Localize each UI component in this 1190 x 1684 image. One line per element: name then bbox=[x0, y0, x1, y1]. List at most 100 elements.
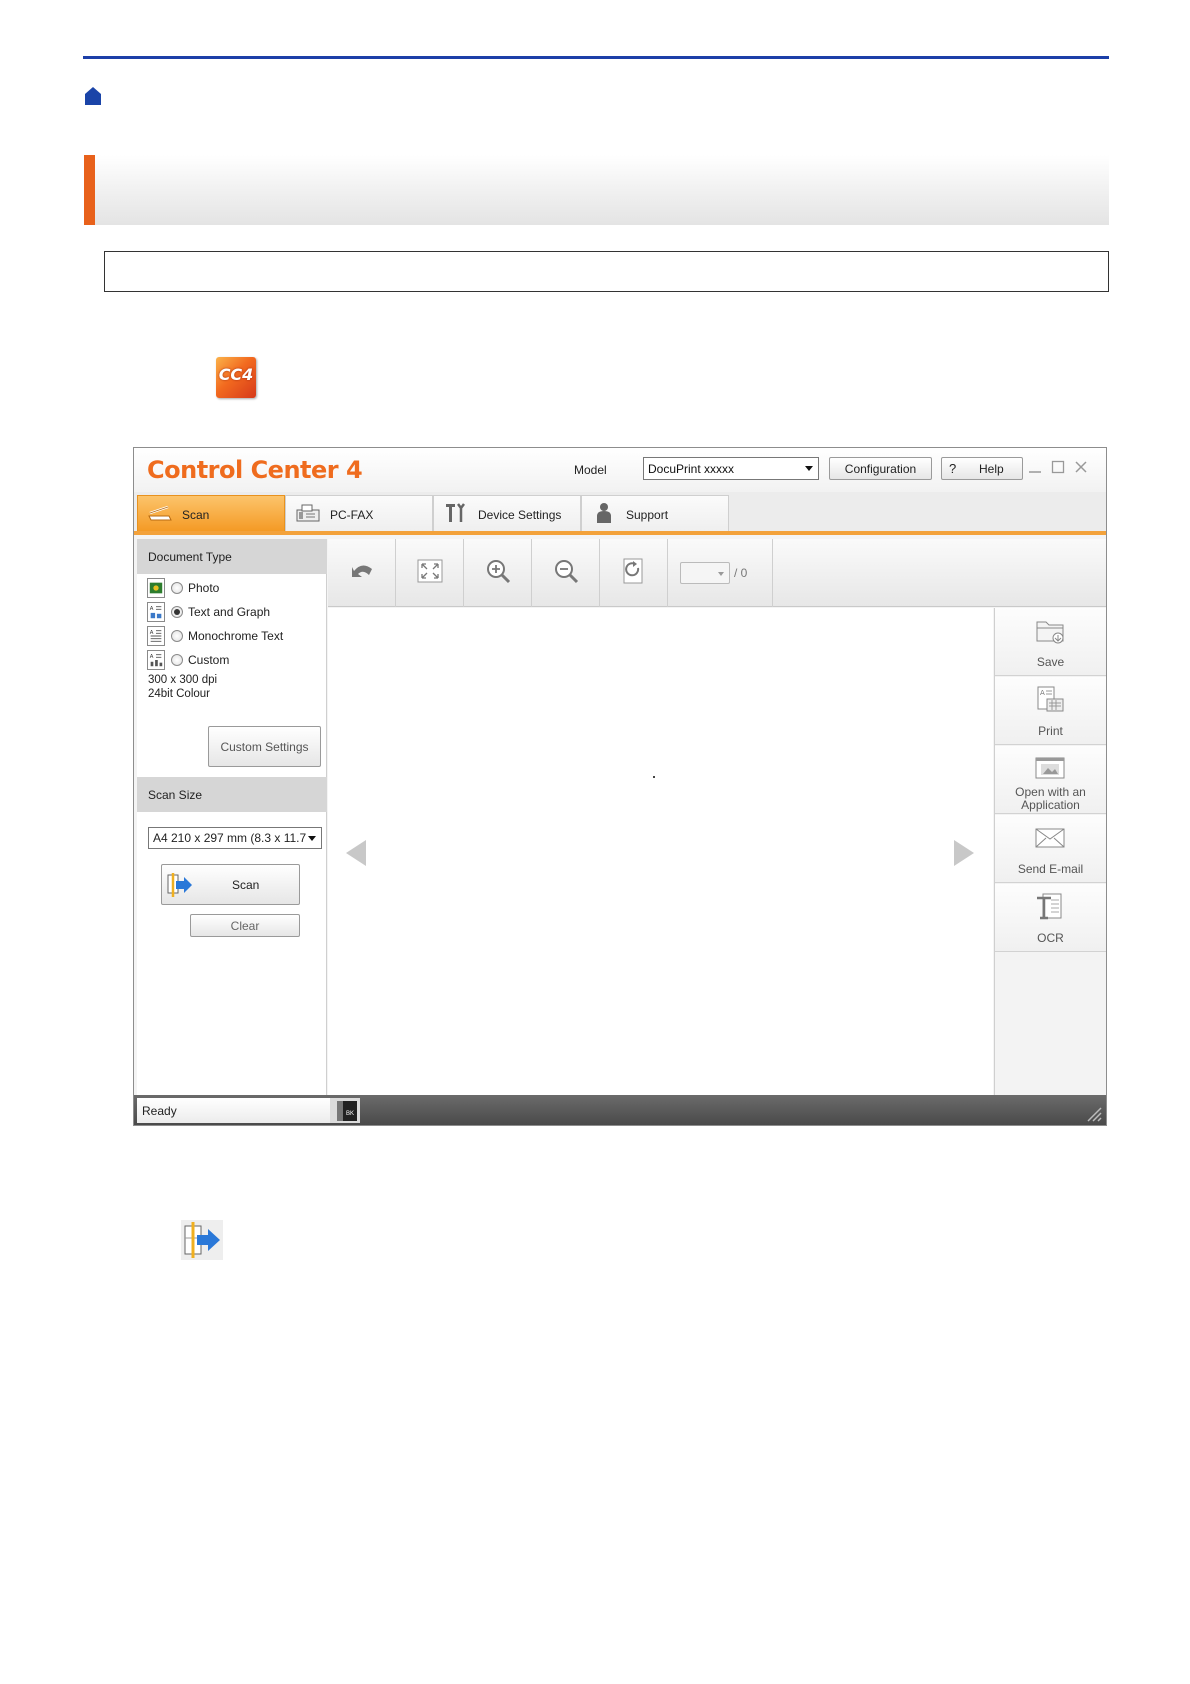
control-center-window: Control Center 4 Model DocuPrint xxxxx C… bbox=[133, 447, 1107, 1126]
cc4-icon-text: CC4 bbox=[218, 365, 254, 384]
preview-area[interactable] bbox=[328, 608, 993, 1095]
save-action[interactable]: Save bbox=[995, 608, 1106, 676]
document-type-heading: Document Type bbox=[137, 539, 327, 574]
ocr-icon bbox=[1037, 893, 1062, 920]
help-button-label: Help bbox=[979, 462, 1004, 476]
scan-size-heading: Scan Size bbox=[137, 777, 327, 812]
minimize-icon[interactable] bbox=[1027, 459, 1043, 475]
ocr-action[interactable]: OCR bbox=[995, 884, 1106, 952]
radio-custom[interactable] bbox=[171, 654, 183, 666]
status-bar: Ready BK bbox=[134, 1095, 1106, 1125]
print-action-label: Print bbox=[1038, 724, 1063, 738]
chevron-down-icon bbox=[308, 836, 316, 841]
tab-support-label: Support bbox=[626, 508, 669, 522]
previous-page-arrow-icon[interactable] bbox=[346, 840, 366, 866]
svg-text:A: A bbox=[150, 630, 154, 636]
configuration-button[interactable]: Configuration bbox=[829, 457, 932, 480]
ink-level-indicator: BK bbox=[330, 1098, 360, 1123]
home-icon[interactable] bbox=[84, 86, 102, 106]
clear-button[interactable]: Clear bbox=[190, 914, 300, 937]
control-center-4-icon: CC4 bbox=[216, 357, 256, 398]
toolbar-separator bbox=[772, 539, 773, 607]
image-icon bbox=[1035, 757, 1065, 779]
undo-icon bbox=[352, 565, 372, 577]
radio-photo[interactable] bbox=[171, 582, 183, 594]
chevron-down-icon bbox=[805, 466, 813, 471]
title-accent-bar bbox=[84, 155, 95, 225]
colour-depth-text: 24bit Colour bbox=[148, 688, 211, 700]
save-action-label: Save bbox=[1036, 655, 1065, 669]
text-graph-doc-icon: A bbox=[147, 602, 165, 622]
zoom-out-icon bbox=[555, 560, 579, 584]
chevron-down-icon bbox=[718, 572, 724, 576]
person-icon bbox=[597, 503, 611, 523]
doc-type-text-and-graph-label: Text and Graph bbox=[188, 605, 271, 619]
tab-scan[interactable]: Scan bbox=[137, 495, 285, 531]
svg-text:A: A bbox=[150, 654, 154, 660]
app-logo: Control Center 4 bbox=[147, 456, 363, 484]
note-box bbox=[104, 251, 1109, 292]
send-email-label: Send E-mail bbox=[1017, 862, 1084, 876]
tab-pc-fax-label: PC-FAX bbox=[330, 508, 374, 522]
scan-size-select[interactable]: A4 210 x 297 mm (8.3 x 11.7 bbox=[148, 827, 322, 849]
scan-size-value: A4 210 x 297 mm (8.3 x 11.7 bbox=[153, 831, 307, 845]
tab-pc-fax[interactable]: PC-FAX bbox=[285, 495, 433, 531]
help-question-icon: ? bbox=[949, 461, 957, 476]
help-button[interactable]: ? Help bbox=[941, 457, 1023, 480]
fax-icon bbox=[296, 504, 320, 522]
tab-device-settings[interactable]: Device Settings bbox=[433, 495, 581, 531]
print-action[interactable]: A Print bbox=[995, 677, 1106, 745]
page-total: / 0 bbox=[734, 566, 748, 580]
scan-button-label: Scan bbox=[232, 878, 260, 892]
scan-button[interactable]: Scan bbox=[161, 864, 300, 905]
resolution-text: 300 x 300 dpi bbox=[148, 674, 218, 686]
page-number-input[interactable] bbox=[680, 562, 730, 584]
zoom-in-icon bbox=[487, 560, 511, 584]
svg-text:A: A bbox=[150, 606, 154, 612]
doc-type-photo-label: Photo bbox=[188, 581, 220, 595]
model-select[interactable]: DocuPrint xxxxx bbox=[643, 457, 819, 480]
tab-device-settings-label: Device Settings bbox=[478, 508, 562, 522]
zoom-out-tool[interactable] bbox=[532, 539, 600, 607]
next-page-arrow-icon[interactable] bbox=[954, 840, 974, 866]
model-select-value: DocuPrint xxxxx bbox=[648, 462, 735, 476]
folder-icon bbox=[1036, 621, 1064, 644]
undo-tool[interactable] bbox=[328, 539, 396, 607]
rotate-tool[interactable] bbox=[600, 539, 668, 607]
preview-dot bbox=[653, 776, 655, 778]
send-email-action[interactable]: Send E-mail bbox=[995, 815, 1106, 883]
doc-type-custom-label: Custom bbox=[188, 653, 230, 667]
ocr-label: OCR bbox=[1037, 931, 1064, 945]
title-banner bbox=[84, 155, 1109, 225]
photo-doc-icon bbox=[147, 578, 165, 598]
app-titlebar: Control Center 4 Model DocuPrint xxxxx C… bbox=[134, 448, 1106, 492]
top-rule bbox=[83, 56, 1109, 59]
custom-settings-button[interactable]: Custom Settings bbox=[208, 726, 321, 767]
radio-text-and-graph[interactable] bbox=[171, 606, 183, 618]
close-icon[interactable] bbox=[1073, 459, 1089, 475]
zoom-in-tool[interactable] bbox=[464, 539, 532, 607]
model-label: Model bbox=[574, 463, 607, 477]
scan-arrow-icon bbox=[167, 873, 192, 897]
envelope-icon bbox=[1035, 828, 1065, 848]
custom-doc-icon: A bbox=[147, 650, 165, 670]
tab-bar: Scan PC-FAX Device Settings Support bbox=[134, 492, 1106, 535]
fit-to-window-tool[interactable] bbox=[396, 539, 464, 607]
monochrome-doc-icon: A bbox=[147, 626, 165, 646]
open-with-application-label-2: Application bbox=[1021, 798, 1080, 812]
tab-scan-label: Scan bbox=[182, 508, 210, 522]
radio-monochrome-text[interactable] bbox=[171, 630, 183, 642]
scanner-icon bbox=[148, 505, 172, 521]
tab-support[interactable]: Support bbox=[581, 495, 729, 531]
preview-toolbar: / 0 bbox=[328, 539, 1106, 607]
maximize-icon[interactable] bbox=[1050, 459, 1066, 475]
open-with-application-action[interactable]: Open with an Application bbox=[995, 746, 1106, 814]
ink-label: BK bbox=[346, 1111, 355, 1117]
left-panel: Document Type Photo A Text and Graph A M… bbox=[137, 539, 327, 1095]
fit-window-icon bbox=[417, 559, 443, 583]
resize-grip-icon[interactable] bbox=[1084, 1104, 1102, 1122]
print-icon: A bbox=[1037, 686, 1064, 712]
scan-icon bbox=[181, 1220, 223, 1260]
rotate-icon bbox=[623, 558, 643, 584]
status-text: Ready bbox=[137, 1098, 333, 1123]
